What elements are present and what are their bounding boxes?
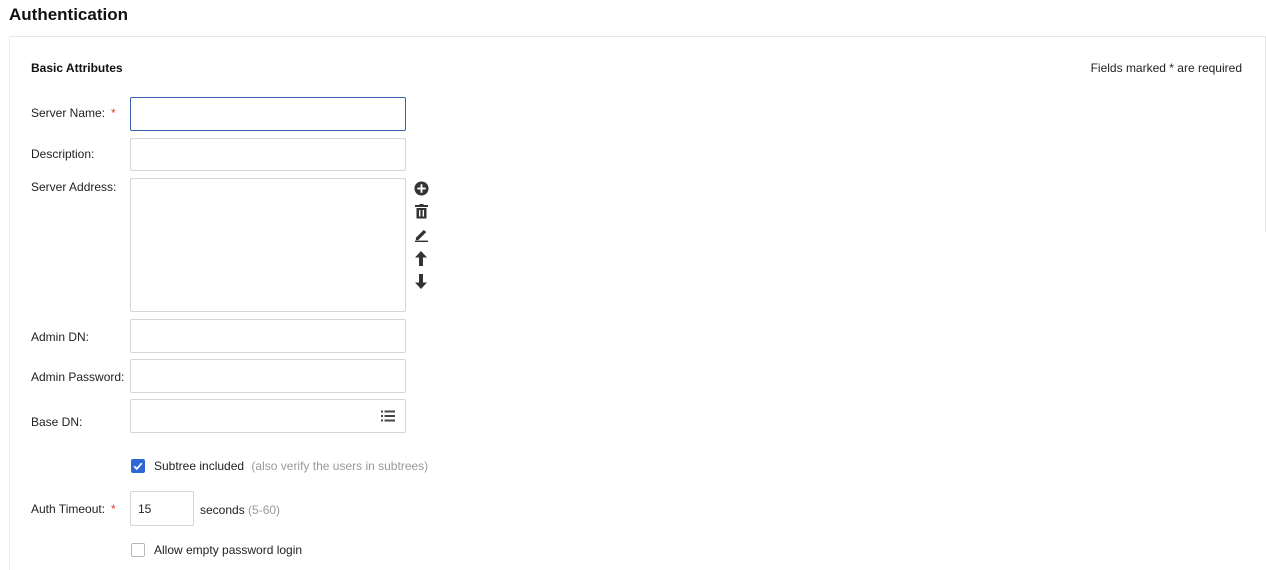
server-address-list[interactable]	[130, 178, 406, 312]
list-icon[interactable]	[381, 409, 395, 422]
add-icon[interactable]	[412, 179, 430, 197]
required-fields-note: Fields marked * are required	[1090, 61, 1242, 75]
subtree-checkbox[interactable]	[131, 459, 145, 473]
allow-empty-password-label: Allow empty password login	[154, 543, 303, 557]
server-name-label: Server Name: *	[31, 106, 116, 120]
edit-icon[interactable]	[412, 225, 430, 243]
section-title: Basic Attributes	[31, 61, 123, 75]
subtree-label: Subtree included (also verify the users …	[154, 459, 428, 473]
subtree-hint: (also verify the users in subtrees)	[251, 459, 429, 473]
description-label: Description:	[31, 147, 95, 161]
allow-empty-password-checkbox[interactable]	[131, 543, 145, 557]
auth-timeout-label: Auth Timeout: *	[31, 502, 116, 516]
timeout-unit-text: seconds	[200, 503, 245, 517]
subtree-label-text: Subtree included	[154, 459, 245, 473]
auth-timeout-input[interactable]	[130, 491, 194, 526]
panel-border-left	[9, 36, 10, 570]
server-address-label: Server Address:	[31, 180, 117, 194]
move-up-icon[interactable]	[412, 249, 430, 267]
admin-password-input[interactable]	[130, 359, 406, 393]
admin-dn-label: Admin DN:	[31, 330, 90, 344]
auth-timeout-label-text: Auth Timeout:	[31, 502, 106, 516]
server-name-label-text: Server Name:	[31, 106, 106, 120]
admin-dn-input[interactable]	[130, 319, 406, 353]
timeout-unit: seconds (5-60)	[200, 503, 280, 517]
description-input[interactable]	[130, 138, 406, 171]
timeout-range: (5-60)	[248, 503, 281, 517]
required-star: *	[111, 106, 116, 120]
base-dn-input[interactable]	[130, 399, 406, 433]
base-dn-label: Base DN:	[31, 415, 83, 429]
move-down-icon[interactable]	[412, 272, 430, 290]
page-title: Authentication	[9, 5, 128, 24]
admin-password-label: Admin Password:	[31, 370, 125, 384]
server-name-input[interactable]	[130, 97, 406, 131]
delete-icon[interactable]	[412, 202, 430, 220]
panel-divider	[9, 36, 1266, 37]
required-star: *	[111, 502, 116, 516]
